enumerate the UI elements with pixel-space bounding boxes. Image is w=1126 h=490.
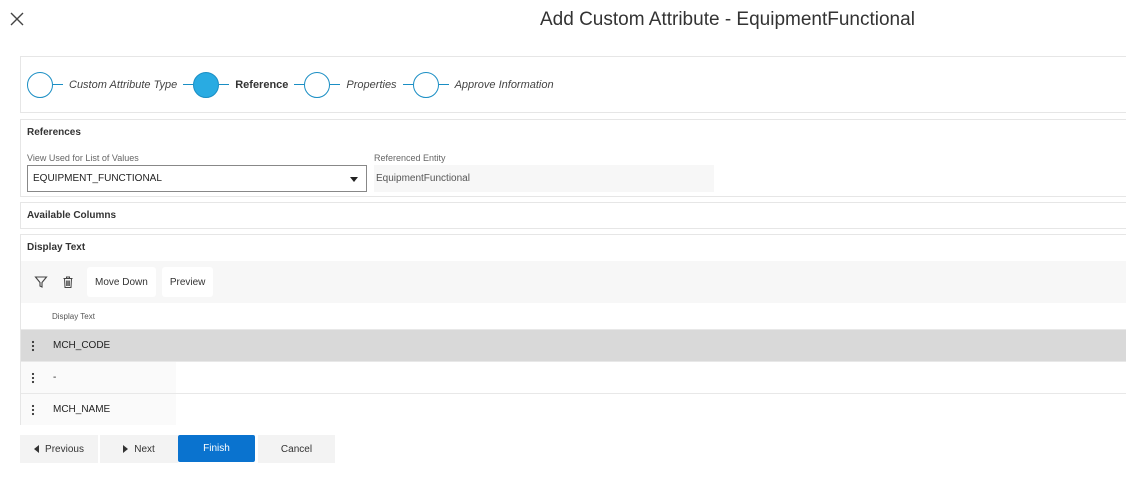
row-display-text: -	[53, 372, 57, 383]
step-connector	[330, 83, 341, 86]
step-connector	[402, 83, 413, 86]
finish-button[interactable]: Finish	[178, 435, 255, 462]
display-text-section: Display Text Move Down Preview Display T…	[20, 234, 1126, 425]
row-display-text: MCH_CODE	[53, 340, 111, 351]
table-row[interactable]: -	[21, 361, 1126, 393]
step-approve-information[interactable]: Approve Information	[412, 71, 560, 98]
row-menu-icon[interactable]	[21, 362, 45, 393]
row-menu-icon[interactable]	[21, 330, 45, 361]
next-label: Next	[134, 443, 155, 455]
preview-button[interactable]: Preview	[161, 267, 214, 297]
available-columns-section[interactable]: Available Columns	[20, 202, 1126, 229]
column-header-display-text[interactable]: Display Text	[52, 312, 95, 321]
step-label: Reference	[235, 78, 289, 91]
move-down-button[interactable]: Move Down	[87, 267, 156, 297]
section-title: References	[27, 127, 81, 138]
entity-field-label: Referenced Entity	[374, 153, 446, 163]
wizard-footer: Previous Next Finish Cancel	[20, 435, 335, 463]
referenced-entity-field: EquipmentFunctional	[374, 165, 714, 192]
step-circle-active[interactable]	[193, 71, 220, 98]
cancel-button[interactable]: Cancel	[258, 435, 335, 463]
step-label: Custom Attribute Type	[69, 78, 178, 91]
step-custom-attribute-type[interactable]: Custom Attribute Type	[27, 71, 194, 98]
step-reference[interactable]: Reference	[193, 71, 305, 98]
step-connector	[183, 83, 194, 86]
view-field-label: View Used for List of Values	[27, 153, 139, 163]
arrow-left-icon	[34, 445, 40, 453]
step-connector	[294, 83, 305, 86]
section-title: Display Text	[27, 242, 86, 253]
step-connector	[219, 83, 230, 86]
step-connector	[438, 83, 449, 86]
table-row[interactable]: MCH_CODE	[21, 329, 1126, 361]
next-button[interactable]: Next	[100, 435, 178, 463]
step-circle[interactable]	[412, 71, 439, 98]
row-display-text: MCH_NAME	[53, 404, 111, 415]
previous-label: Previous	[45, 443, 84, 455]
step-properties[interactable]: Properties	[304, 71, 413, 98]
wizard-stepper: Custom Attribute Type Reference Properti…	[20, 56, 1126, 113]
step-label: Properties	[346, 78, 397, 91]
previous-button[interactable]: Previous	[20, 435, 98, 463]
filter-icon[interactable]	[33, 274, 49, 290]
dialog-title: Add Custom Attribute - EquipmentFunction…	[540, 9, 915, 30]
section-title: Available Columns	[27, 210, 117, 221]
referenced-entity-value: EquipmentFunctional	[376, 173, 470, 184]
step-circle[interactable]	[27, 71, 53, 98]
arrow-right-icon	[123, 445, 129, 453]
close-icon[interactable]	[8, 10, 26, 28]
table-row[interactable]: MCH_NAME	[21, 393, 1126, 425]
step-label: Approve Information	[454, 78, 554, 91]
references-section: References View Used for List of Values …	[20, 119, 1126, 197]
trash-icon[interactable]	[60, 274, 76, 290]
step-connector	[53, 83, 63, 86]
view-select[interactable]: EQUIPMENT_FUNCTIONAL	[27, 165, 367, 192]
caret-down-icon	[350, 177, 358, 182]
view-select-value: EQUIPMENT_FUNCTIONAL	[33, 173, 162, 184]
step-circle[interactable]	[304, 71, 331, 98]
row-menu-icon[interactable]	[21, 394, 45, 425]
display-text-toolbar: Move Down Preview	[21, 261, 1126, 303]
